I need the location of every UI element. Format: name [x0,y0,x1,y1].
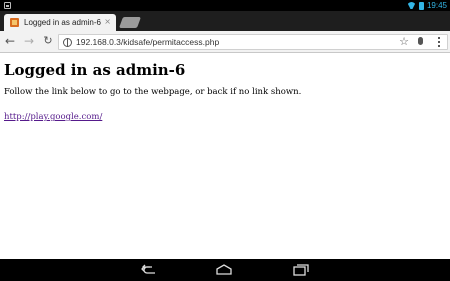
favicon-icon [10,18,19,27]
status-time: 19:45 [426,1,447,10]
url-text[interactable]: 192.168.0.3/kidsafe/permitaccess.php [76,35,219,49]
nav-recents-icon[interactable] [292,264,310,276]
tab-title: Logged in as admin-6 [24,18,101,27]
instruction-text: Follow the link below to go to the webpa… [4,87,302,97]
forward-icon[interactable]: → [22,34,36,48]
browser-toolbar: ← → ↻ 192.168.0.3/kidsafe/permitaccess.p… [0,31,450,53]
system-nav-bar [0,259,450,281]
reload-icon[interactable]: ↻ [41,34,55,48]
new-tab-button[interactable] [118,17,142,28]
wifi-icon [407,2,416,9]
status-icons: 19:45 [407,0,447,11]
page-heading: Logged in as admin-6 [4,61,186,79]
status-bar: 19:45 [0,0,450,11]
address-bar[interactable]: 192.168.0.3/kidsafe/permitaccess.php ☆ [58,34,448,50]
tab-active[interactable]: Logged in as admin-6 × [4,14,116,31]
globe-icon [63,38,72,47]
back-icon[interactable]: ← [3,34,17,48]
target-link[interactable]: http://play.google.com/ [4,112,102,122]
menu-icon[interactable] [438,37,441,47]
tab-close-icon[interactable]: × [104,17,111,27]
battery-icon [418,1,424,10]
nav-home-icon[interactable] [215,264,233,276]
nav-back-icon[interactable] [140,264,158,276]
notification-icon [4,2,11,9]
microphone-icon[interactable] [418,37,423,45]
web-page-content: Logged in as admin-6 Follow the link bel… [0,53,450,259]
tab-strip: Logged in as admin-6 × [0,11,450,31]
bookmark-star-icon[interactable]: ☆ [399,35,409,49]
